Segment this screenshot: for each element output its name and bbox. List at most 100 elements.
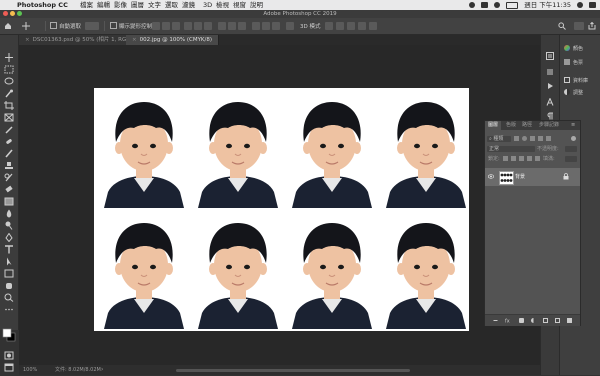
align-left-icon[interactable] (152, 22, 160, 30)
lock-image-icon[interactable] (511, 156, 516, 161)
panel-button-swatches[interactable]: 色票 (564, 57, 600, 69)
opacity-field[interactable] (565, 146, 577, 152)
close-tab-icon[interactable]: × (132, 37, 137, 43)
3d-rotate-icon[interactable] (325, 22, 333, 30)
properties-panel-icon[interactable] (546, 61, 554, 75)
clone-stamp-tool-icon[interactable] (4, 155, 14, 169)
hand-tool-icon[interactable] (4, 275, 14, 289)
auto-select-target-dropdown[interactable] (85, 22, 99, 30)
menubar-datetime[interactable]: 週日 下午11:35 (524, 0, 571, 10)
distribute-center-icon[interactable] (262, 22, 270, 30)
workspace-switcher-icon[interactable] (574, 22, 584, 30)
filter-pixel-icon[interactable] (514, 136, 519, 141)
lasso-tool-icon[interactable] (4, 71, 14, 85)
character-panel-icon[interactable] (546, 91, 554, 106)
eyedropper-tool-icon[interactable] (4, 119, 14, 134)
paragraph-panel-icon[interactable] (546, 105, 554, 120)
panel-button-adjustments[interactable]: 調整 (564, 87, 600, 99)
actions-panel-icon[interactable] (546, 75, 554, 89)
panel-button-libraries[interactable]: 資料庫 (564, 75, 600, 87)
filter-smartobject-icon[interactable] (546, 136, 551, 141)
spotlight-icon[interactable] (577, 2, 583, 8)
distribute-top-icon[interactable] (218, 22, 226, 30)
new-group-icon[interactable] (543, 318, 548, 323)
menu-select[interactable]: 選取 (165, 0, 178, 10)
dodge-tool-icon[interactable] (4, 215, 14, 230)
align-right-icon[interactable] (172, 22, 180, 30)
align-middle-icon[interactable] (194, 22, 202, 30)
menu-file[interactable]: 檔案 (80, 0, 93, 10)
more-options-icon[interactable] (286, 22, 294, 30)
zoom-level[interactable]: 100% (23, 365, 37, 375)
new-layer-icon[interactable] (555, 318, 560, 323)
lock-position-icon[interactable] (519, 156, 524, 161)
panel-button-color[interactable]: 顏色 (564, 43, 600, 55)
delete-layer-icon[interactable] (567, 318, 572, 323)
layer-style-icon[interactable]: fx (505, 318, 510, 325)
tab-layers[interactable]: 圖層 (485, 121, 502, 130)
blend-mode-select[interactable]: 正常 (487, 146, 535, 152)
distribute-middle-icon[interactable] (228, 22, 236, 30)
distribute-right-icon[interactable] (272, 22, 280, 30)
filter-shape-icon[interactable] (538, 136, 543, 141)
search-icon[interactable] (558, 22, 566, 30)
quick-select-tool-icon[interactable] (4, 83, 14, 98)
layer-row-background[interactable]: 背景 (485, 168, 580, 186)
notification-center-icon[interactable] (589, 2, 596, 8)
marquee-tool-icon[interactable] (4, 59, 14, 74)
menu-3d[interactable]: 3D (203, 0, 212, 10)
filter-type-icon[interactable] (530, 136, 535, 141)
align-bottom-icon[interactable] (204, 22, 212, 30)
home-icon[interactable] (4, 22, 12, 30)
close-window-icon[interactable] (3, 11, 8, 16)
lock-all-icon[interactable] (535, 156, 540, 161)
3d-scale-icon[interactable] (369, 22, 377, 30)
gradient-tool-icon[interactable] (4, 191, 14, 206)
filter-toggle-icon[interactable] (571, 136, 576, 141)
type-tool-icon[interactable] (4, 239, 14, 254)
eye-icon[interactable] (487, 174, 495, 179)
align-top-icon[interactable] (184, 22, 192, 30)
layer-name[interactable]: 背景 (515, 173, 525, 180)
3d-slide-icon[interactable] (358, 22, 366, 30)
menu-window[interactable]: 視窗 (233, 0, 246, 10)
tab-paths[interactable]: 路徑 (519, 121, 535, 130)
status-arrow-icon[interactable]: › (101, 365, 103, 375)
foreground-background-colors[interactable] (2, 327, 16, 342)
zoom-window-icon[interactable] (17, 11, 22, 16)
lock-transparent-icon[interactable] (503, 156, 508, 161)
healing-brush-tool-icon[interactable] (4, 131, 14, 144)
fill-field[interactable] (565, 156, 577, 162)
auto-select-checkbox[interactable]: 自動選取 (50, 22, 81, 30)
rectangle-tool-icon[interactable] (4, 263, 14, 278)
document-size[interactable]: 文件: 8.02M/8.02M (55, 365, 101, 375)
tab-002-jpg[interactable]: × 002.jpg @ 100% (CMYK/8) (126, 35, 220, 45)
show-transform-checkbox[interactable]: 顯示變形控制項 (110, 22, 158, 30)
history-brush-tool-icon[interactable] (4, 167, 14, 182)
close-tab-icon[interactable]: × (25, 37, 30, 43)
eraser-tool-icon[interactable] (4, 179, 14, 193)
share-icon[interactable] (588, 21, 596, 30)
horizontal-scrollbar[interactable] (176, 369, 410, 372)
link-layers-icon[interactable] (493, 318, 498, 323)
app-menu-photoshop[interactable]: Photoshop CC (17, 0, 68, 10)
tab-channels[interactable]: 色版 (503, 121, 519, 130)
layer-kind-filter[interactable]: ⌕ 種類 (487, 136, 511, 142)
menu-image[interactable]: 影像 (114, 0, 127, 10)
lock-artboard-icon[interactable] (527, 156, 532, 161)
3d-pan-icon[interactable] (347, 22, 355, 30)
distribute-bottom-icon[interactable] (238, 22, 246, 30)
cc-icon[interactable] (469, 2, 476, 8)
display-icon[interactable] (481, 2, 489, 8)
history-panel-icon[interactable] (546, 45, 554, 60)
panel-menu-icon[interactable]: ≡ (571, 122, 575, 128)
crop-tool-icon[interactable] (4, 95, 14, 110)
filter-adjustment-icon[interactable] (522, 136, 527, 141)
zoom-tool-icon[interactable] (4, 287, 14, 302)
menu-layer[interactable]: 圖層 (131, 0, 144, 10)
wifi-icon[interactable] (494, 2, 501, 8)
tab-history[interactable]: 步驟記錄 (536, 121, 562, 130)
new-adjustment-layer-icon[interactable] (531, 318, 536, 323)
blur-tool-icon[interactable] (4, 203, 14, 218)
menu-filter[interactable]: 濾鏡 (182, 0, 195, 10)
